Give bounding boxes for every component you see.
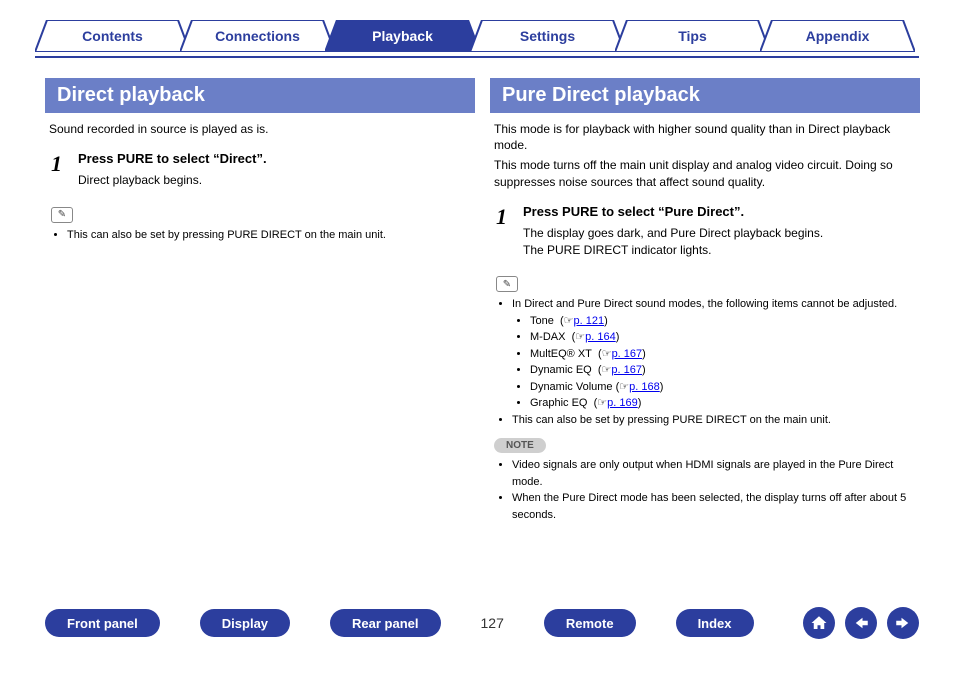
list-item: MultEQ® XT (☞p. 167) bbox=[530, 346, 920, 363]
page-link[interactable]: p. 169 bbox=[607, 397, 638, 409]
section-title-direct: Direct playback bbox=[45, 78, 475, 113]
tab-tips-label: Tips bbox=[615, 20, 770, 52]
direct-step-1: 1 Press PURE to select “Direct”. Direct … bbox=[45, 141, 475, 193]
pure-step-title: Press PURE to select “Pure Direct”. bbox=[523, 204, 823, 219]
direct-note-0: This can also be set by pressing PURE DI… bbox=[67, 227, 475, 244]
index-button[interactable]: Index bbox=[676, 609, 754, 637]
page-link[interactable]: p. 168 bbox=[629, 381, 660, 393]
hand-icon: ☞ bbox=[564, 315, 574, 327]
front-panel-button[interactable]: Front panel bbox=[45, 609, 160, 637]
page-link[interactable]: p. 121 bbox=[574, 315, 605, 327]
bottom-bar: Front panel Display Rear panel 127 Remot… bbox=[45, 603, 919, 643]
rear-panel-button[interactable]: Rear panel bbox=[330, 609, 440, 637]
hand-icon: ☞ bbox=[575, 331, 585, 343]
step-number: 1 bbox=[51, 151, 62, 189]
tab-contents-label: Contents bbox=[35, 20, 190, 52]
pure-step-desc-1: The display goes dark, and Pure Direct p… bbox=[523, 225, 823, 242]
cannot-adjust-lead: In Direct and Pure Direct sound modes, t… bbox=[512, 296, 920, 313]
home-icon[interactable] bbox=[803, 607, 835, 639]
item-name: Graphic EQ bbox=[530, 397, 587, 409]
tab-playback-label: Playback bbox=[325, 20, 480, 52]
item-name: Dynamic EQ bbox=[530, 364, 592, 376]
display-button[interactable]: Display bbox=[200, 609, 290, 637]
section-title-pure-direct: Pure Direct playback bbox=[490, 78, 920, 113]
direct-step-title: Press PURE to select “Direct”. bbox=[78, 151, 267, 166]
pure-note-1: Video signals are only output when HDMI … bbox=[512, 457, 920, 490]
tab-playback[interactable]: Playback bbox=[325, 20, 480, 52]
hand-icon: ☞ bbox=[619, 381, 629, 393]
prev-page-icon[interactable] bbox=[845, 607, 877, 639]
pure-step-desc-2: The PURE DIRECT indicator lights. bbox=[523, 242, 823, 259]
list-item: Graphic EQ (☞p. 169) bbox=[530, 395, 920, 412]
nav-icons bbox=[803, 607, 919, 639]
hand-icon: ☞ bbox=[602, 364, 612, 376]
remote-button[interactable]: Remote bbox=[544, 609, 636, 637]
tab-contents[interactable]: Contents bbox=[35, 20, 190, 52]
page-number: 127 bbox=[481, 615, 504, 631]
item-name: Dynamic Volume bbox=[530, 381, 613, 393]
tab-settings[interactable]: Settings bbox=[470, 20, 625, 52]
pure-intro-2: This mode turns off the main unit displa… bbox=[490, 157, 920, 193]
page-link[interactable]: p. 164 bbox=[585, 331, 616, 343]
list-item: M-DAX (☞p. 164) bbox=[530, 329, 920, 346]
pure-step-1: 1 Press PURE to select “Pure Direct”. Th… bbox=[490, 194, 920, 263]
next-page-icon[interactable] bbox=[887, 607, 919, 639]
page-link[interactable]: p. 167 bbox=[612, 348, 643, 360]
tab-connections-label: Connections bbox=[180, 20, 335, 52]
section-direct-playback: Direct playback Sound recorded in source… bbox=[45, 78, 475, 243]
item-name: M-DAX bbox=[530, 331, 565, 343]
page-link[interactable]: p. 167 bbox=[611, 364, 642, 376]
section-pure-direct-playback: Pure Direct playback This mode is for pl… bbox=[490, 78, 920, 523]
hand-icon: ☞ bbox=[602, 348, 612, 360]
note-pill: NOTE bbox=[494, 438, 546, 453]
tab-settings-label: Settings bbox=[470, 20, 625, 52]
direct-intro: Sound recorded in source is played as is… bbox=[45, 113, 475, 141]
tab-tips[interactable]: Tips bbox=[615, 20, 770, 52]
list-item: Dynamic EQ (☞p. 167) bbox=[530, 362, 920, 379]
pencil-icon: ✎ bbox=[496, 276, 518, 292]
pure-intro-1: This mode is for playback with higher so… bbox=[490, 113, 920, 157]
also-main-unit: This can also be set by pressing PURE DI… bbox=[512, 412, 920, 429]
tab-connections[interactable]: Connections bbox=[180, 20, 335, 52]
step-number: 1 bbox=[496, 204, 507, 259]
hand-icon: ☞ bbox=[597, 397, 607, 409]
item-name: MultEQ® XT bbox=[530, 348, 592, 360]
pure-note-2: When the Pure Direct mode has been selec… bbox=[512, 490, 920, 523]
direct-step-desc: Direct playback begins. bbox=[78, 172, 267, 189]
nav-tabs: Contents Connections Playback Settings T… bbox=[35, 20, 919, 60]
list-item: Tone (☞p. 121) bbox=[530, 313, 920, 330]
tab-appendix-label: Appendix bbox=[760, 20, 915, 52]
nav-underline bbox=[35, 56, 919, 58]
pencil-icon: ✎ bbox=[51, 207, 73, 223]
item-name: Tone bbox=[530, 315, 554, 327]
list-item: Dynamic Volume (☞p. 168) bbox=[530, 379, 920, 396]
tab-appendix[interactable]: Appendix bbox=[760, 20, 915, 52]
